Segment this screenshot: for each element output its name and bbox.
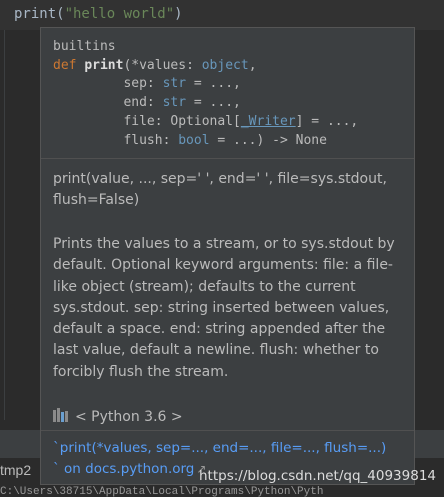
module-name: builtins xyxy=(53,39,116,54)
sig-file-type-link[interactable]: _Writer xyxy=(241,114,296,129)
sig-end-type: str xyxy=(162,95,187,111)
docs-external-link-label[interactable]: ` on docs.python.org xyxy=(53,461,194,477)
docs-external-link[interactable]: ` on docs.python.org ↗ xyxy=(53,461,206,477)
sig-flush-param: flush: xyxy=(53,132,179,148)
run-path-line: C:\Users\38715\AppData\Local\Programs\Py… xyxy=(0,486,324,497)
sig-file-default: ] = ..., xyxy=(295,113,359,129)
code-string: "hello world" xyxy=(64,6,175,22)
function-signature: builtins def print(*values: object, sep:… xyxy=(53,38,358,150)
sig-values-param: (*values: xyxy=(123,57,202,73)
short-docstring: print(value, ..., sep=' ', end=' ', file… xyxy=(53,171,387,209)
def-keyword: def xyxy=(53,57,77,73)
python-version-label: < Python 3.6 > xyxy=(75,409,183,425)
python-version-row: < Python 3.6 > xyxy=(53,408,183,426)
watermark-url: https://blog.csdn.net/qq_40939814 xyxy=(198,468,436,484)
sig-comma: , xyxy=(248,57,257,73)
sig-file-param: file: Optional[ xyxy=(53,113,241,129)
current-code-line[interactable]: print("hello world") xyxy=(0,0,444,30)
sig-flush-type: bool xyxy=(178,132,210,148)
quick-documentation-popup: builtins def print(*values: object, sep:… xyxy=(40,27,415,485)
sig-sep-param: sep: xyxy=(53,76,163,92)
code-function: print( xyxy=(14,6,65,22)
long-docstring: Prints the values to a stream, or to sys… xyxy=(53,236,395,380)
sig-sep-type: str xyxy=(162,76,187,92)
function-name: print xyxy=(84,57,124,73)
sig-flush-default: = ...) -> None xyxy=(209,132,327,148)
library-icon xyxy=(53,408,71,426)
sig-sep-default: = ..., xyxy=(186,76,241,92)
code-close-paren: ) xyxy=(174,6,183,22)
sig-end-param: end: xyxy=(53,95,163,111)
sig-values-type: object xyxy=(201,57,249,73)
popup-divider xyxy=(41,158,414,159)
popup-divider-bottom xyxy=(41,430,414,431)
editor-gutter xyxy=(4,0,5,420)
run-tab-label[interactable]: tmp2 xyxy=(0,462,31,478)
sig-end-default: = ..., xyxy=(186,95,241,111)
docs-signature-link[interactable]: `print(*values, sep=..., end=..., file=.… xyxy=(53,440,386,456)
code-text[interactable]: print("hello world") xyxy=(14,6,183,22)
